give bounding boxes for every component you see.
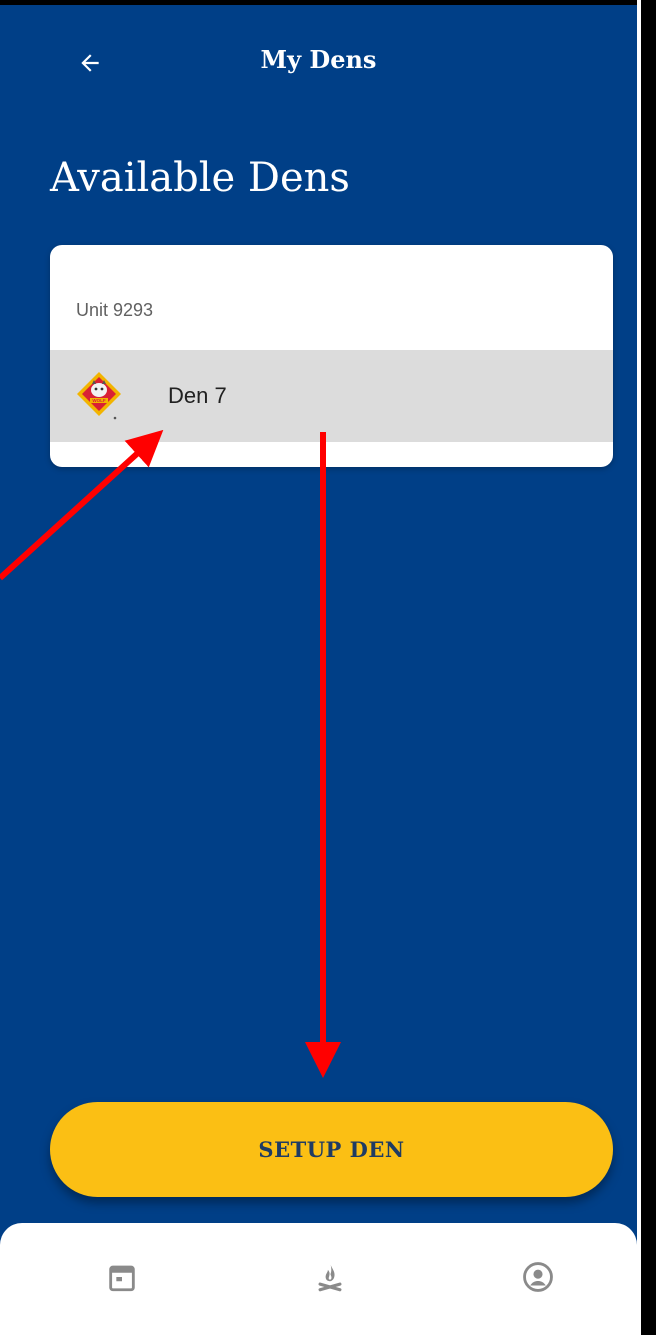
campfire-icon (318, 1262, 342, 1292)
header-title: My Dens (260, 45, 377, 74)
account-circle-icon (523, 1262, 553, 1292)
nav-calendar[interactable] (96, 1251, 148, 1303)
den-list-item[interactable]: WOLF Den 7 (50, 350, 613, 442)
bottom-navigation (0, 1223, 637, 1335)
page-title: Available Dens (50, 155, 350, 201)
unit-label: Unit 9293 (76, 300, 154, 320)
setup-den-button[interactable]: SETUP DEN (50, 1102, 613, 1197)
setup-den-label: SETUP DEN (258, 1137, 405, 1162)
window-edge (637, 0, 641, 1335)
app-screen: My Dens Available Dens Unit 9293 WOLF De… (0, 5, 637, 1335)
nav-campfire[interactable] (304, 1251, 356, 1303)
wolf-badge-icon: WOLF (77, 372, 121, 420)
nav-profile[interactable] (512, 1251, 564, 1303)
badge-text: WOLF (92, 398, 105, 403)
den-name: Den 7 (168, 383, 227, 408)
top-app-bar: My Dens (0, 5, 637, 115)
dens-card: Unit 9293 WOLF Den 7 (50, 245, 613, 467)
calendar-icon (109, 1265, 135, 1292)
